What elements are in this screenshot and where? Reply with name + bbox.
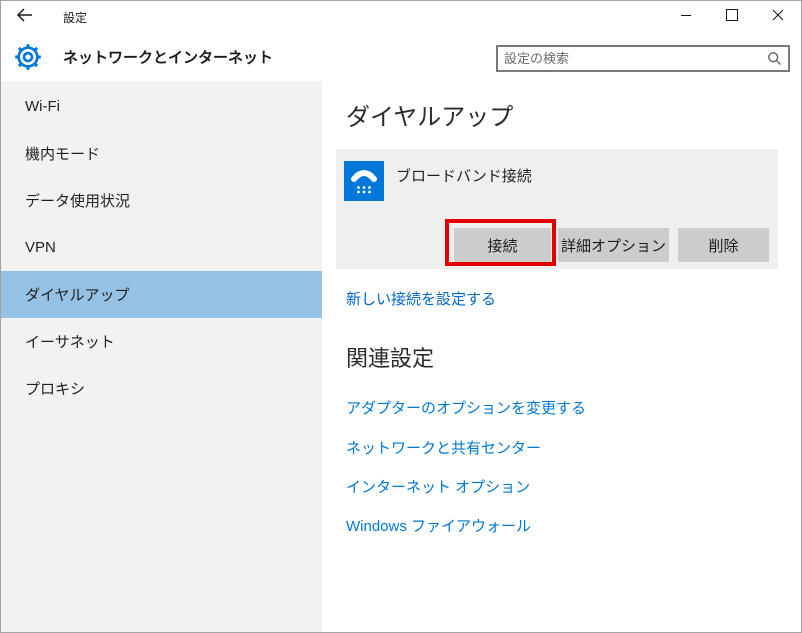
dialup-connection-card: ブロードバンド接続 接続 詳細オプション 削除 <box>336 149 778 269</box>
sidebar-item-proxy[interactable]: プロキシ <box>1 365 322 412</box>
minimize-icon <box>681 8 692 26</box>
back-arrow-icon <box>16 8 34 27</box>
minimize-button[interactable] <box>663 1 709 33</box>
related-settings-heading: 関連設定 <box>346 341 434 373</box>
search-input[interactable] <box>498 51 760 66</box>
change-adapter-options-link[interactable]: アダプターのオプションを変更する <box>346 397 586 418</box>
windows-firewall-link[interactable]: Windows ファイアウォール <box>346 515 531 536</box>
maximize-button[interactable] <box>709 1 755 33</box>
page-title: ダイヤルアップ <box>346 97 513 132</box>
settings-search-box <box>496 45 790 72</box>
advanced-options-button[interactable]: 詳細オプション <box>558 228 669 262</box>
new-connection-link[interactable]: 新しい接続を設定する <box>346 288 496 309</box>
maximize-icon <box>726 8 738 26</box>
title-bar: 設定 <box>1 1 801 33</box>
sidebar: Wi-Fi 機内モード データ使用状況 VPN ダイヤルアップ イーサネット プ… <box>1 81 322 632</box>
connection-name: ブロードバンド接続 <box>396 165 532 186</box>
dialup-phone-icon <box>344 161 384 201</box>
sidebar-item-wifi[interactable]: Wi-Fi <box>1 83 322 130</box>
settings-header: ネットワークとインターネット <box>1 33 801 81</box>
delete-button[interactable]: 削除 <box>678 228 769 262</box>
content-area: Wi-Fi 機内モード データ使用状況 VPN ダイヤルアップ イーサネット プ… <box>1 81 801 632</box>
search-icon[interactable] <box>760 51 788 66</box>
main-panel: ダイヤルアップ ブロードバンド接続 接続 詳細オプション 削除 <box>322 81 801 632</box>
window-title: 設定 <box>63 9 87 26</box>
sidebar-item-dialup[interactable]: ダイヤルアップ <box>1 271 322 318</box>
sidebar-item-ethernet[interactable]: イーサネット <box>1 318 322 365</box>
sidebar-item-data-usage[interactable]: データ使用状況 <box>1 177 322 224</box>
sidebar-item-airplane-mode[interactable]: 機内モード <box>1 130 322 177</box>
back-button[interactable] <box>1 1 49 33</box>
connect-button[interactable]: 接続 <box>454 228 551 262</box>
section-title: ネットワークとインターネット <box>63 47 273 68</box>
settings-window: 設定 <box>0 0 802 633</box>
window-controls <box>663 1 801 33</box>
close-icon <box>772 8 784 26</box>
network-sharing-center-link[interactable]: ネットワークと共有センター <box>346 437 541 458</box>
sidebar-item-vpn[interactable]: VPN <box>1 224 322 271</box>
internet-options-link[interactable]: インターネット オプション <box>346 476 530 497</box>
gear-icon <box>14 43 42 71</box>
close-button[interactable] <box>755 1 801 33</box>
